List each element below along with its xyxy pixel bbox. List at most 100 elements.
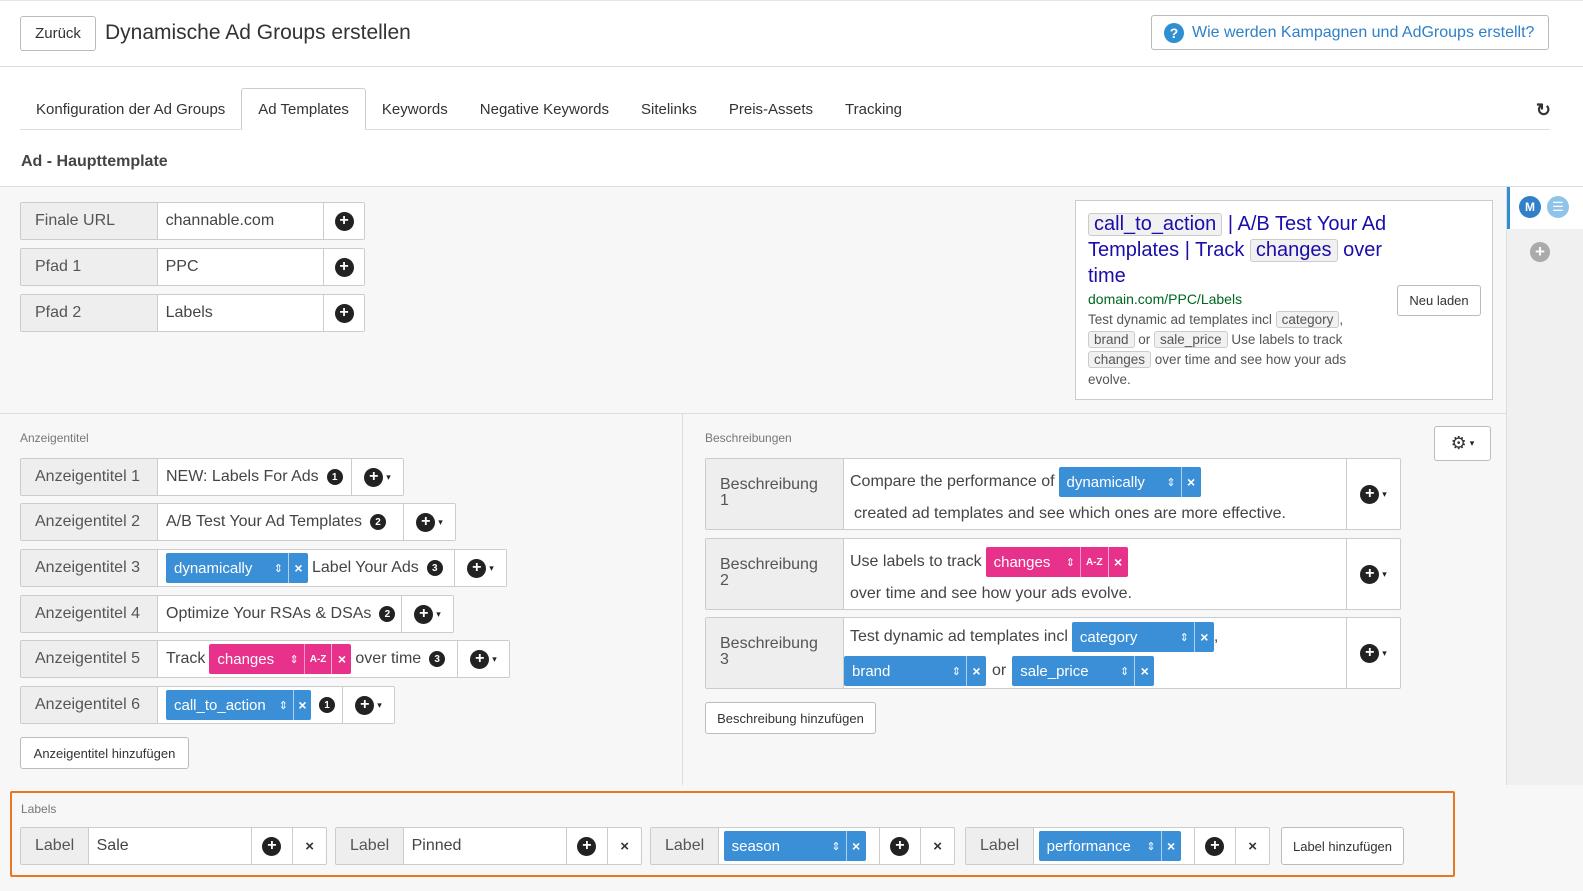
- tab-keywords[interactable]: Keywords: [366, 88, 464, 130]
- headline-input[interactable]: Track changes ⇕ A-Z × over time 3: [158, 641, 457, 677]
- label-remove-button[interactable]: ×: [1235, 828, 1269, 864]
- sort-icon[interactable]: ⇕: [947, 665, 966, 678]
- tab-sitelinks[interactable]: Sitelinks: [625, 88, 713, 130]
- path1-add-button[interactable]: +: [323, 249, 364, 285]
- headline-input[interactable]: Optimize Your RSAs & DSAs 2: [158, 596, 401, 632]
- headline-add-dropdown[interactable]: + ▾: [403, 504, 455, 540]
- add-label-button[interactable]: Label hinzufügen: [1281, 827, 1404, 865]
- placeholder-tag[interactable]: dynamically ⇕ ×: [166, 553, 308, 583]
- help-link-button[interactable]: ? Wie werden Kampagnen und AdGroups erst…: [1151, 15, 1549, 50]
- placeholder-tag[interactable]: sale_price ⇕ ×: [1012, 656, 1155, 686]
- placeholder-tag[interactable]: season ⇕ ×: [723, 831, 866, 861]
- final-url-input[interactable]: channable.com: [157, 203, 324, 239]
- sort-az-icon[interactable]: A-Z: [303, 644, 332, 674]
- refresh-icon[interactable]: ↻: [1536, 100, 1551, 121]
- label-remove-button[interactable]: ×: [292, 828, 326, 864]
- label-add-button[interactable]: +: [1193, 828, 1236, 864]
- headline-input[interactable]: NEW: Labels For Ads 1: [158, 459, 351, 495]
- final-url-add-button[interactable]: +: [323, 203, 364, 239]
- plus-circle-icon: +: [1205, 836, 1225, 856]
- placeholder-tag[interactable]: category ⇕ ×: [1071, 622, 1214, 652]
- label-input[interactable]: season ⇕ ×: [718, 828, 879, 864]
- sort-icon[interactable]: ⇕: [1175, 631, 1194, 644]
- caret-down-icon: ▾: [489, 562, 494, 573]
- add-template-icon[interactable]: +: [1530, 242, 1550, 262]
- label-input[interactable]: Sale: [88, 828, 251, 864]
- tab-ad-templates[interactable]: Ad Templates: [241, 88, 366, 130]
- tab-tracking[interactable]: Tracking: [829, 88, 918, 130]
- sort-icon[interactable]: ⇕: [269, 562, 288, 575]
- tab-price-assets[interactable]: Preis-Assets: [713, 88, 829, 130]
- sort-icon[interactable]: ⇕: [1061, 556, 1080, 569]
- headline-add-dropdown[interactable]: + ▾: [454, 550, 506, 586]
- label-remove-button[interactable]: ×: [607, 828, 641, 864]
- placeholder-tag[interactable]: call_to_action ⇕ ×: [166, 690, 311, 720]
- tab-negative-keywords[interactable]: Negative Keywords: [464, 88, 625, 130]
- back-button[interactable]: Zurück: [20, 16, 96, 51]
- placeholder-tag[interactable]: dynamically ⇕ ×: [1058, 467, 1201, 497]
- tag-label: brand: [852, 662, 891, 680]
- close-icon[interactable]: ×: [966, 656, 986, 686]
- headline-input[interactable]: dynamically ⇕ × Label Your Ads 3: [158, 550, 454, 586]
- description-text: Use labels to track: [850, 553, 982, 570]
- sort-icon[interactable]: ⇕: [274, 699, 293, 712]
- sort-icon[interactable]: ⇕: [1161, 476, 1180, 489]
- close-icon[interactable]: ×: [1107, 547, 1128, 577]
- headline-label: Anzeigentitel 5: [21, 641, 158, 677]
- headline-add-dropdown[interactable]: + ▾: [401, 596, 453, 632]
- close-icon[interactable]: ×: [1160, 831, 1181, 861]
- placeholder-tag[interactable]: brand ⇕ ×: [844, 656, 986, 686]
- description-add-dropdown[interactable]: + ▾: [1346, 459, 1400, 529]
- add-description-button[interactable]: Beschreibung hinzufügen: [705, 702, 876, 734]
- close-icon[interactable]: ×: [1180, 467, 1201, 497]
- reload-preview-button[interactable]: Neu laden: [1397, 285, 1481, 316]
- label-input[interactable]: Pinned: [403, 828, 566, 864]
- close-icon[interactable]: ×: [845, 831, 866, 861]
- close-icon[interactable]: ×: [1193, 622, 1214, 652]
- tag-label: category: [1079, 628, 1138, 646]
- placeholder-tag[interactable]: changes ⇕ A-Z ×: [209, 644, 352, 674]
- label-input[interactable]: performance ⇕ ×: [1033, 828, 1194, 864]
- template-rail-item-main[interactable]: M ☰: [1507, 187, 1583, 229]
- headline-input[interactable]: A/B Test Your Ad Templates 2: [158, 504, 403, 540]
- description-label: Beschreibung 2: [706, 539, 844, 609]
- headline-add-dropdown[interactable]: + ▾: [351, 459, 403, 495]
- label-add-button[interactable]: +: [250, 828, 293, 864]
- path1-label: Pfad 1: [21, 249, 158, 285]
- sort-icon[interactable]: ⇕: [826, 840, 845, 853]
- close-icon[interactable]: ×: [331, 644, 351, 674]
- path1-input[interactable]: PPC: [157, 249, 324, 285]
- close-icon[interactable]: ×: [288, 553, 308, 583]
- path2-input[interactable]: Labels: [157, 295, 324, 331]
- description-add-dropdown[interactable]: + ▾: [1346, 539, 1400, 609]
- label-add-button[interactable]: +: [878, 828, 921, 864]
- placeholder-tag[interactable]: performance ⇕ ×: [1038, 831, 1181, 861]
- path2-add-button[interactable]: +: [323, 295, 364, 331]
- label-remove-button[interactable]: ×: [920, 828, 954, 864]
- add-headline-button[interactable]: Anzeigentitel hinzufügen: [20, 737, 189, 769]
- label-row-4: Label performance ⇕ × + ×: [965, 827, 1270, 865]
- tab-list: Konfiguration der Ad Groups Ad Templates…: [20, 88, 1550, 130]
- label-add-button[interactable]: +: [565, 828, 608, 864]
- headline-add-dropdown[interactable]: + ▾: [342, 687, 394, 723]
- sort-az-icon[interactable]: A-Z: [1079, 547, 1108, 577]
- description-text: created ad templates and see which ones …: [854, 505, 1286, 522]
- description-input[interactable]: Compare the performance of dynamically ⇕ ×…: [844, 459, 1346, 529]
- headline-input[interactable]: call_to_action ⇕ × 1: [158, 687, 342, 723]
- sort-icon[interactable]: ⇕: [285, 653, 304, 666]
- divider: [0, 413, 1506, 414]
- ad-preview: call_to_action | A/B Test Your Ad Templa…: [1075, 200, 1493, 400]
- description-input[interactable]: Test dynamic ad templates incl category ⇕…: [844, 618, 1346, 688]
- plus-circle-icon: +: [364, 467, 384, 487]
- description-settings-button[interactable]: ⚙ ▾: [1434, 426, 1491, 461]
- placeholder-tag[interactable]: changes ⇕ A-Z ×: [985, 547, 1128, 577]
- headline-add-dropdown[interactable]: + ▾: [457, 641, 509, 677]
- close-icon[interactable]: ×: [1134, 656, 1154, 686]
- tag-label: changes: [993, 553, 1051, 571]
- description-input[interactable]: Use labels to track changes ⇕ A-Z × over ti…: [844, 539, 1346, 609]
- description-add-dropdown[interactable]: + ▾: [1346, 618, 1400, 688]
- tab-ad-group-config[interactable]: Konfiguration der Ad Groups: [20, 88, 241, 130]
- close-icon[interactable]: ×: [292, 690, 311, 720]
- sort-icon[interactable]: ⇕: [1115, 665, 1134, 678]
- sort-icon[interactable]: ⇕: [1141, 840, 1160, 853]
